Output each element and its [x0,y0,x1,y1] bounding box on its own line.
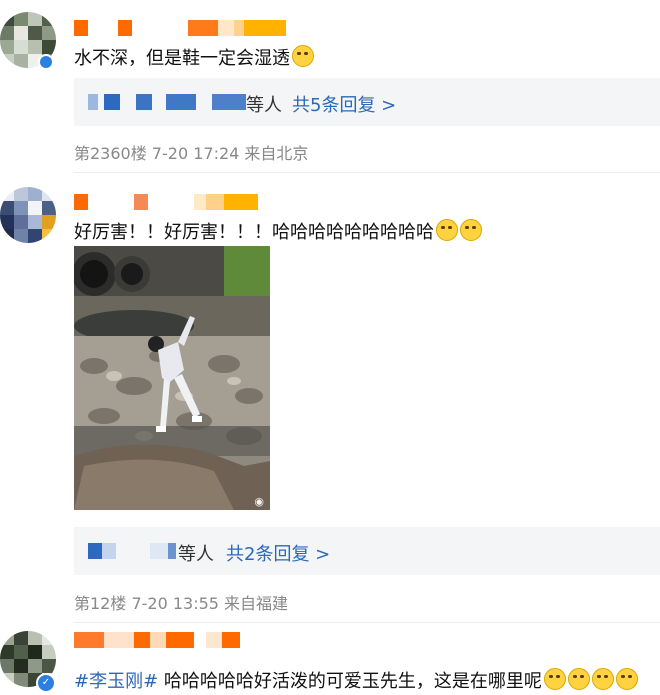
divider [74,172,660,173]
comment-text: #李玉刚# 哈哈哈哈哈好活泼的可爱玉先生，这是在哪里呢 [74,667,638,693]
laughing-emoji-icon [436,219,458,241]
reply-summary[interactable]: 等人 共2条回复 > [74,527,660,575]
avatar[interactable] [0,187,56,243]
emoji-icon [543,668,566,690]
emoji-icon [567,668,590,690]
comment-text: 好厉害！！好厉害！！！哈哈哈哈哈哈哈哈哈 [74,218,482,244]
comment-text: 水不深，但是鞋一定会湿透 [74,44,314,70]
username-blurred[interactable] [74,20,286,39]
replies-suffix: 等人 [178,544,214,565]
verified-badge-icon [38,54,54,70]
emoji-icon [591,668,614,690]
attached-photo[interactable]: ◉ [74,246,270,510]
photo-scene [74,246,270,510]
watermark-icon: ◉ [254,495,264,508]
comment-meta: 第2360楼 7-20 17:24 来自北京 [74,144,309,163]
divider [74,622,660,623]
emoji-icon [292,45,314,67]
username-blurred[interactable] [74,632,240,651]
view-replies-link[interactable]: 共2条回复 > [226,540,330,566]
replies-suffix: 等人 [246,95,282,116]
reply-summary[interactable]: 等人 共5条回复 > [74,78,660,126]
verified-badge-icon: ✓ [36,673,56,693]
hashtag-link[interactable]: #李玉刚# [74,671,158,692]
emoji-icon [615,668,638,690]
username-blurred[interactable] [74,194,258,213]
view-replies-link[interactable]: 共5条回复 > [292,91,396,117]
comment-meta: 第12楼 7-20 13:55 来自福建 [74,594,289,613]
laughing-emoji-icon [460,219,482,241]
